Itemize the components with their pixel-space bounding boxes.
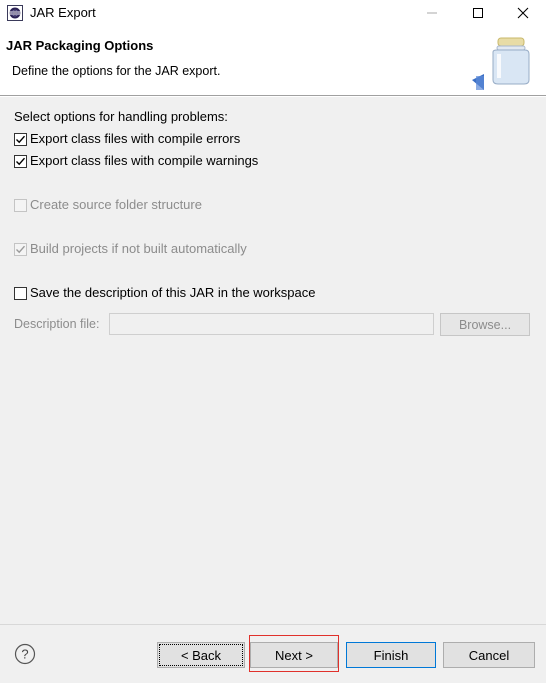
- cancel-button[interactable]: Cancel: [443, 642, 535, 668]
- minimize-icon[interactable]: [409, 0, 455, 26]
- eclipse-icon: [7, 5, 23, 21]
- source-folder-checkbox[interactable]: [14, 199, 27, 212]
- maximize-icon[interactable]: [455, 0, 501, 26]
- save-description-label[interactable]: Save the description of this JAR in the …: [30, 285, 315, 300]
- title-bar: JAR Export: [0, 0, 546, 26]
- browse-button[interactable]: Browse...: [440, 313, 530, 336]
- svg-text:?: ?: [21, 647, 28, 662]
- problems-heading: Select options for handling problems:: [14, 109, 228, 124]
- page-title: JAR Packaging Options: [6, 38, 154, 53]
- wizard-header: JAR Packaging Options Define the options…: [0, 26, 546, 96]
- finish-button[interactable]: Finish: [346, 642, 436, 668]
- wizard-footer: ? < Back Next > Finish Cancel: [0, 624, 546, 683]
- compile-errors-checkbox[interactable]: [14, 133, 27, 146]
- compile-warnings-label[interactable]: Export class files with compile warnings: [30, 153, 258, 168]
- options-panel: Select options for handling problems: Ex…: [0, 97, 546, 624]
- source-folder-label: Create source folder structure: [30, 197, 202, 212]
- close-icon[interactable]: [500, 0, 546, 26]
- compile-errors-label[interactable]: Export class files with compile errors: [30, 131, 240, 146]
- save-description-checkbox[interactable]: [14, 287, 27, 300]
- jar-wizard-icon: [472, 36, 544, 92]
- page-description: Define the options for the JAR export.: [12, 64, 221, 78]
- description-file-input[interactable]: [109, 313, 434, 335]
- description-file-label: Description file:: [14, 317, 100, 331]
- back-button[interactable]: < Back: [157, 642, 245, 668]
- help-icon[interactable]: ?: [14, 643, 36, 665]
- build-projects-label: Build projects if not built automaticall…: [30, 241, 247, 256]
- build-projects-checkbox[interactable]: [14, 243, 27, 256]
- window-title: JAR Export: [30, 5, 96, 20]
- next-button[interactable]: Next >: [250, 642, 338, 668]
- compile-warnings-checkbox[interactable]: [14, 155, 27, 168]
